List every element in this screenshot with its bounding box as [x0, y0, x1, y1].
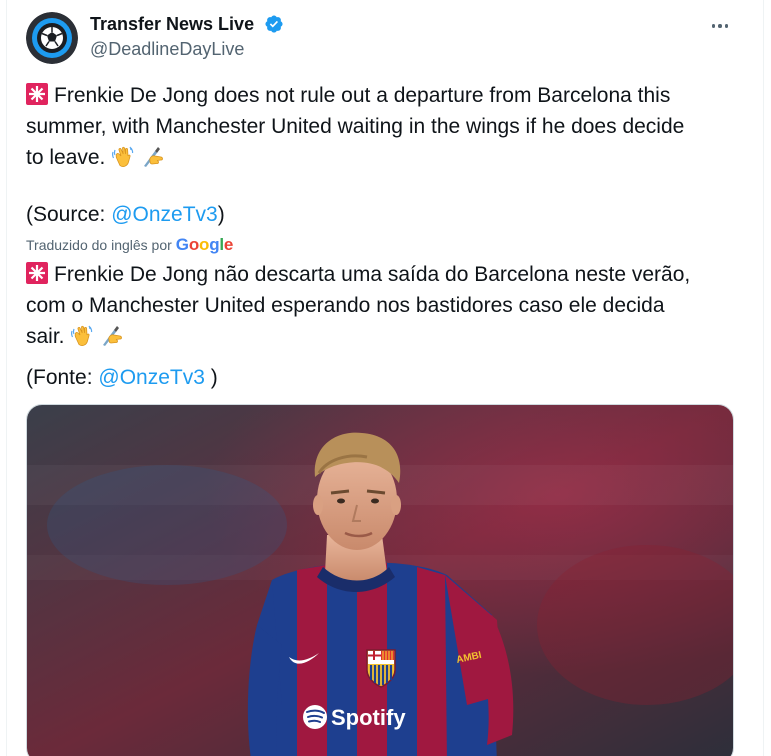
source-mention-link[interactable]: @OnzeTv3: [111, 203, 218, 226]
translated-line-2: com o Manchester United esperando nos ba…: [26, 294, 665, 317]
translation-attribution[interactable]: Traduzido do inglês por Google: [26, 235, 233, 255]
timeline-border-left: [6, 0, 7, 756]
google-logo: Google: [175, 235, 234, 254]
tweet-line-3: to leave.: [26, 146, 106, 169]
siren-icon: [26, 83, 48, 105]
sponsor-text: Spotify: [331, 705, 406, 730]
more-options-icon[interactable]: [708, 14, 732, 38]
account-handle[interactable]: @DeadlineDayLive: [90, 38, 244, 60]
source-suffix: ): [217, 203, 225, 226]
translation-label: Traduzido do inglês por: [26, 237, 172, 253]
spotify-sponsor-logo: Spotify: [303, 705, 406, 730]
tweet-line-2: summer, with Manchester United waiting i…: [26, 115, 685, 138]
player-photo: Spotify AMBI: [27, 405, 733, 756]
translated-source-mention-link[interactable]: @OnzeTv3: [98, 366, 205, 389]
translated-source-prefix: (Fonte:: [26, 366, 99, 389]
translated-source: (Fonte: @OnzeTv3 ): [26, 362, 736, 393]
tweet-source: (Source: @OnzeTv3): [26, 199, 736, 230]
tweet-media-photo[interactable]: Spotify AMBI: [26, 404, 734, 756]
translated-line-1: Frenkie De Jong não descarta uma saída d…: [54, 263, 691, 286]
football-logo-icon: [26, 12, 78, 64]
verified-badge-icon[interactable]: [264, 14, 284, 34]
waving-hand-icon: [71, 325, 93, 346]
translated-source-suffix: ): [204, 366, 218, 389]
writing-hand-icon: [103, 326, 123, 346]
account-avatar[interactable]: [26, 12, 78, 64]
translated-body: Frenkie De Jong não descarta uma saída d…: [26, 259, 736, 352]
writing-hand-icon: [144, 147, 163, 167]
timeline-border-right: [763, 0, 764, 756]
tweet-body: Frenkie De Jong does not rule out a depa…: [26, 80, 736, 173]
waving-hand-icon: [112, 146, 134, 167]
translated-line-3: sair.: [26, 325, 65, 348]
siren-icon: [26, 262, 48, 284]
account-name[interactable]: Transfer News Live: [90, 13, 254, 35]
tweet-line-1: Frenkie De Jong does not rule out a depa…: [54, 84, 671, 107]
source-prefix: (Source:: [26, 203, 112, 226]
